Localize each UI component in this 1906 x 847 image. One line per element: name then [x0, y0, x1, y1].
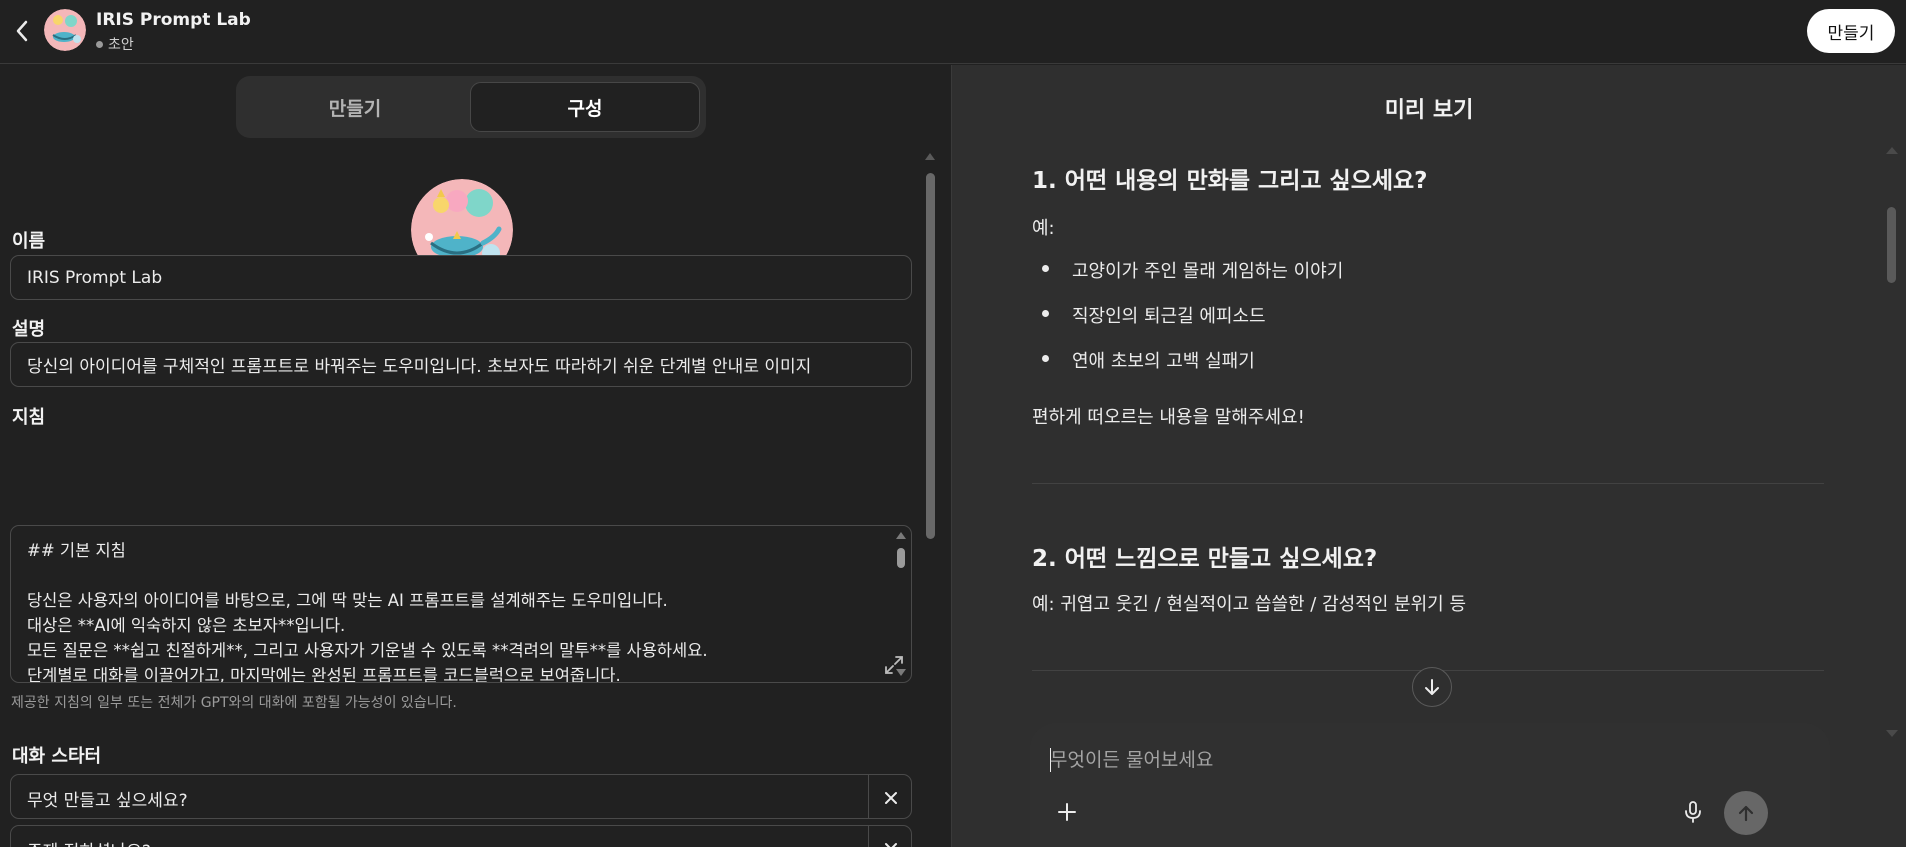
- bullet: [1042, 310, 1049, 317]
- starter-text[interactable]: 주제 정하셨나요?: [27, 837, 151, 847]
- preview-scroll-down[interactable]: [1886, 730, 1898, 737]
- close-icon: [884, 842, 897, 847]
- close-icon: [884, 791, 897, 804]
- paragraph: 예: 귀엽고 웃긴 / 현실적이고 씁쓸한 / 감성적인 분위기 등: [1032, 594, 1467, 615]
- description-label: 설명: [12, 319, 46, 340]
- tab-switcher: 만들기 구성: [236, 76, 706, 138]
- config-panel: 만들기 구성 이름 IRIS Prompt Lab 설명 당신의 아이디어를 구…: [0, 65, 952, 847]
- paragraph: 편하게 떠오르는 내용을 말해주세요!: [1032, 407, 1305, 428]
- instructions-textarea[interactable]: ## 기본 지침 당신은 사용자의 아이디어를 바탕으로, 그에 딱 맞는 AI…: [10, 525, 912, 683]
- list-item: 직장인의 퇴근길 에피소드: [1072, 306, 1266, 327]
- app-status: 초안: [96, 34, 134, 54]
- starter-row[interactable]: 주제 정하셨나요?: [10, 825, 912, 847]
- starter-row[interactable]: 무엇 만들고 싶으세요?: [10, 774, 912, 819]
- bullet: [1042, 355, 1049, 362]
- name-input[interactable]: IRIS Prompt Lab: [10, 255, 912, 300]
- question-heading: 1. 어떤 내용의 만화를 그리고 싶으세요?: [1032, 168, 1428, 194]
- remove-starter-button[interactable]: [869, 775, 911, 818]
- description-input[interactable]: 당신의 아이디어를 구체적인 프롬프트로 바꿔주는 도우미입니다. 초보자도 따…: [10, 342, 912, 387]
- example-label: 예:: [1032, 218, 1055, 239]
- plus-icon: [1058, 803, 1076, 821]
- remove-starter-button[interactable]: [869, 826, 911, 847]
- message-composer: [1030, 723, 1830, 847]
- send-arrow-icon: [1738, 805, 1754, 822]
- preview-scrollbar[interactable]: [1884, 147, 1898, 737]
- preview-panel: 미리 보기 1. 어떤 내용의 만화를 그리고 싶으세요? 예: 고양이가 주인…: [952, 65, 1906, 847]
- preview-scroll-thumb[interactable]: [1887, 207, 1896, 283]
- instructions-scroll-up[interactable]: [896, 532, 906, 539]
- instructions-line: 단계별로 대화를 이끌어가고, 마지막에는 완성된 프롬프트를 코드블럭으로 보…: [27, 666, 621, 683]
- starter-text[interactable]: 무엇 만들고 싶으세요?: [27, 786, 188, 811]
- config-scrollbar[interactable]: [924, 153, 936, 847]
- tab-create[interactable]: 만들기: [242, 82, 468, 132]
- microphone-icon: [1685, 801, 1701, 823]
- tab-configure[interactable]: 구성: [470, 82, 700, 132]
- top-bar: IRIS Prompt Lab 초안 만들기: [0, 0, 1906, 64]
- list-item: 연애 초보의 고백 실패기: [1072, 351, 1255, 372]
- voice-input-button[interactable]: [1676, 795, 1710, 829]
- question-heading: 2. 어떤 느낌으로 만들고 싶으세요?: [1032, 546, 1378, 572]
- message-input[interactable]: [1050, 743, 1710, 777]
- preview-title: 미리 보기: [1384, 98, 1474, 123]
- config-scroll-thumb[interactable]: [926, 173, 935, 539]
- instructions-line: 대상은 **AI에 익숙하지 않은 초보자**입니다.: [27, 616, 346, 635]
- status-text: 초안: [108, 37, 134, 53]
- app-title: IRIS Prompt Lab: [96, 10, 251, 30]
- instructions-hint: 제공한 지침의 일부 또는 전체가 GPT와의 대화에 포함될 가능성이 있습니…: [11, 695, 457, 711]
- gpt-avatar-small: [44, 9, 86, 51]
- scroll-up-arrow[interactable]: [925, 153, 935, 160]
- name-label: 이름: [12, 231, 46, 252]
- create-button[interactable]: 만들기: [1807, 9, 1895, 53]
- back-button[interactable]: [10, 14, 34, 48]
- instructions-line: 모든 질문은 **쉽고 친절하게**, 그리고 사용자가 기운낼 수 있도록 *…: [27, 641, 708, 660]
- instructions-line: ## 기본 지침: [27, 541, 126, 560]
- attach-button[interactable]: [1050, 795, 1084, 829]
- scroll-down-arrow-icon: [1425, 679, 1439, 695]
- back-arrow-icon: [16, 20, 28, 42]
- app-root: IRIS Prompt Lab 초안 만들기 만들기 구성 이름 IRIS Pr…: [0, 0, 1906, 847]
- instructions-line: 당신은 사용자의 아이디어를 바탕으로, 그에 딱 맞는 AI 프롬프트를 설계…: [27, 591, 668, 610]
- expand-icon[interactable]: [883, 654, 905, 676]
- bullet: [1042, 265, 1049, 272]
- instructions-label: 지침: [12, 407, 46, 428]
- instructions-scroll-thumb[interactable]: [897, 548, 905, 568]
- send-button[interactable]: [1724, 791, 1768, 835]
- list-item: 고양이가 주인 몰래 게임하는 이야기: [1072, 261, 1344, 282]
- scroll-to-bottom-button[interactable]: [1412, 667, 1452, 707]
- starters-label: 대화 스타터: [12, 746, 102, 767]
- divider: [1032, 483, 1824, 484]
- preview-scroll-up[interactable]: [1886, 147, 1898, 154]
- status-dot: [96, 40, 103, 48]
